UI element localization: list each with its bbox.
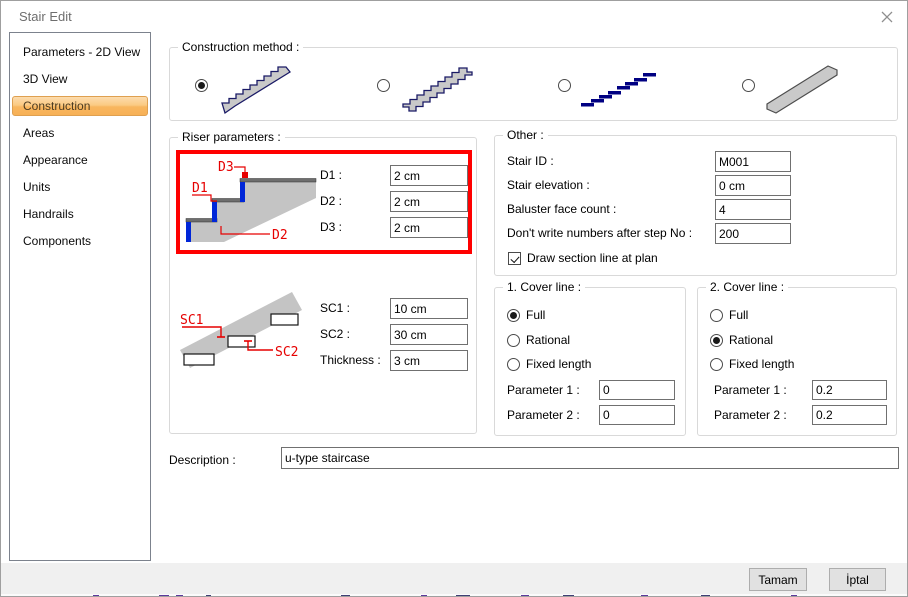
stair-id-label: Stair ID : — [507, 151, 554, 172]
thickness-label: Thickness : — [320, 350, 381, 371]
construction-method-radio-steps-on-slab[interactable] — [195, 79, 208, 92]
cover-line-2-group-title: 2. Cover line : — [706, 280, 788, 294]
cover2-fixed-length-label: Fixed length — [729, 354, 794, 375]
cover2-radio-full[interactable] — [710, 309, 723, 322]
description-input[interactable] — [281, 447, 899, 469]
baluster-face-count-label: Baluster face count : — [507, 199, 616, 220]
sc2-input[interactable] — [390, 324, 468, 345]
cover2-full-label: Full — [729, 305, 748, 326]
construction-method-group: Construction method : — [169, 47, 898, 121]
cover1-parameter1-input[interactable] — [599, 380, 675, 400]
close-icon[interactable] — [875, 6, 899, 28]
dialog-title: Stair Edit — [19, 9, 72, 24]
cover2-parameter1-label: Parameter 1 : — [714, 380, 787, 400]
cover1-parameter2-input[interactable] — [599, 405, 675, 425]
footer-bar: Tamam İptal — [1, 563, 907, 594]
sidebar-item-components[interactable]: Components — [10, 228, 150, 255]
stair-zigzag-steps-icon — [398, 61, 478, 115]
cover2-parameter1-input[interactable] — [812, 380, 887, 400]
cover-line-2-group: 2. Cover line : Full Rational Fixed leng… — [697, 287, 897, 436]
ok-button[interactable]: Tamam — [749, 568, 807, 591]
svg-text:D2: D2 — [272, 228, 288, 243]
stair-floating-steps-icon — [578, 62, 658, 110]
cover1-radio-rational[interactable] — [507, 334, 520, 347]
construction-method-radio-plain-slab[interactable] — [742, 79, 755, 92]
stair-edit-dialog: Stair Edit Parameters - 2D View 3D View … — [0, 0, 908, 597]
other-group-title: Other : — [503, 128, 548, 142]
sidebar-item-parameters-2d-view[interactable]: Parameters - 2D View — [10, 39, 150, 66]
d1-label: D1 : — [320, 165, 342, 186]
cover2-radio-fixed-length[interactable] — [710, 358, 723, 371]
riser-parameters-group-title: Riser parameters : — [178, 130, 285, 144]
sc1-label: SC1 : — [320, 298, 350, 319]
cover1-parameter2-label: Parameter 2 : — [507, 405, 580, 425]
cover1-radio-fixed-length[interactable] — [507, 358, 520, 371]
slab-cover-diagram: SC1 SC2 — [176, 290, 308, 374]
sc1-input[interactable] — [390, 298, 468, 319]
sidebar-item-construction[interactable]: Construction — [12, 96, 148, 116]
no-numbers-after-step-input[interactable] — [715, 223, 791, 244]
baluster-face-count-input[interactable] — [715, 199, 791, 220]
draw-section-line-checkbox[interactable] — [508, 252, 521, 265]
stair-elevation-label: Stair elevation : — [507, 175, 590, 196]
sidebar-item-areas[interactable]: Areas — [10, 120, 150, 147]
cover1-full-label: Full — [526, 305, 545, 326]
stair-elevation-input[interactable] — [715, 175, 791, 196]
cover2-rational-label: Rational — [729, 330, 773, 351]
sc2-label: SC2 : — [320, 324, 350, 345]
stair-steps-on-slab-icon — [214, 58, 294, 116]
title-bar: Stair Edit — [1, 1, 907, 32]
d2-label: D2 : — [320, 191, 342, 212]
d3-label: D3 : — [320, 217, 342, 238]
d3-input[interactable] — [390, 217, 468, 238]
sidebar-item-3d-view[interactable]: 3D View — [10, 66, 150, 93]
cover-line-1-group-title: 1. Cover line : — [503, 280, 585, 294]
cover2-radio-rational[interactable] — [710, 334, 723, 347]
other-group: Other : Stair ID : Stair elevation : Bal… — [494, 135, 897, 276]
cover1-rational-label: Rational — [526, 330, 570, 351]
construction-method-radio-floating-steps[interactable] — [558, 79, 571, 92]
sidebar-item-handrails[interactable]: Handrails — [10, 201, 150, 228]
d2-input[interactable] — [390, 191, 468, 212]
svg-text:D1: D1 — [192, 181, 208, 196]
sidebar-item-units[interactable]: Units — [10, 174, 150, 201]
cover1-radio-full[interactable] — [507, 309, 520, 322]
cover-line-1-group: 1. Cover line : Full Rational Fixed leng… — [494, 287, 686, 436]
draw-section-line-label: Draw section line at plan — [527, 248, 658, 269]
description-label: Description : — [169, 450, 236, 471]
no-numbers-after-step-label: Don't write numbers after step No : — [507, 223, 692, 244]
stair-plain-slab-icon — [764, 62, 842, 114]
svg-text:D3: D3 — [218, 160, 234, 175]
thickness-input[interactable] — [390, 350, 468, 371]
d1-input[interactable] — [390, 165, 468, 186]
sidebar: Parameters - 2D View 3D View Constructio… — [9, 32, 151, 561]
riser-parameters-group: Riser parameters : D1 D3 D2 D1 : D — [169, 137, 477, 434]
svg-text:SC1: SC1 — [180, 313, 203, 328]
construction-method-radio-zigzag-steps[interactable] — [377, 79, 390, 92]
stair-id-input[interactable] — [715, 151, 791, 172]
sidebar-item-appearance[interactable]: Appearance — [10, 147, 150, 174]
cover1-fixed-length-label: Fixed length — [526, 354, 591, 375]
cover2-parameter2-label: Parameter 2 : — [714, 405, 787, 425]
cover1-parameter1-label: Parameter 1 : — [507, 380, 580, 400]
construction-method-group-title: Construction method : — [178, 40, 303, 54]
riser-diagram: D1 D3 D2 — [184, 158, 322, 250]
cover2-parameter2-input[interactable] — [812, 405, 887, 425]
cancel-button[interactable]: İptal — [829, 568, 886, 591]
svg-text:SC2: SC2 — [275, 345, 298, 360]
